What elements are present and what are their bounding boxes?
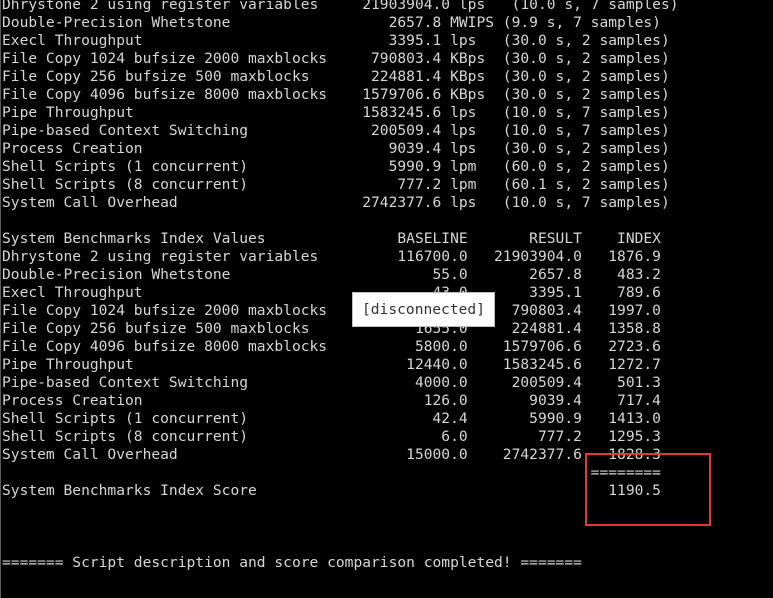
terminal-line: Shell Scripts (8 concurrent) 6.0 777.2 1…	[2, 428, 661, 445]
terminal-line: Pipe-based Context Switching 200509.4 lp…	[2, 122, 670, 139]
completion-message: ======= Script description and score com…	[2, 554, 582, 571]
terminal-line: System Call Overhead 2742377.6 lps (10.0…	[2, 194, 670, 211]
terminal-line: Shell Scripts (8 concurrent) 777.2 lpm (…	[2, 176, 670, 193]
terminal-line: System Call Overhead 15000.0 2742377.6 1…	[2, 446, 661, 463]
terminal-line: Process Creation 126.0 9039.4 717.4	[2, 392, 661, 409]
terminal-line: Pipe Throughput 1583245.6 lps (10.0 s, 7…	[2, 104, 670, 121]
terminal-line: Process Creation 9039.4 lps (30.0 s, 2 s…	[2, 140, 670, 157]
terminal-line: File Copy 4096 bufsize 8000 maxblocks 58…	[2, 338, 661, 355]
terminal-line: Shell Scripts (1 concurrent) 5990.9 lpm …	[2, 158, 670, 175]
terminal-output[interactable]: Dhrystone 2 using register variables 219…	[2, 0, 773, 572]
terminal-line: Double-Precision Whetstone 2657.8 MWIPS …	[2, 14, 661, 31]
terminal-line: Pipe-based Context Switching 4000.0 2005…	[2, 374, 661, 391]
terminal-line: Dhrystone 2 using register variables 219…	[2, 0, 679, 13]
terminal-line: Dhrystone 2 using register variables 116…	[2, 248, 661, 265]
terminal-line: Shell Scripts (1 concurrent) 42.4 5990.9…	[2, 410, 661, 427]
terminal-line: File Copy 256 bufsize 500 maxblocks 2248…	[2, 68, 670, 85]
disconnected-overlay: [disconnected]	[352, 292, 495, 327]
index-values-header: System Benchmarks Index Values BASELINE …	[2, 230, 661, 247]
index-score-line: System Benchmarks Index Score 1190.5	[2, 482, 661, 499]
window-left-border	[0, 0, 1, 598]
terminal-line: Pipe Throughput 12440.0 1583245.6 1272.7	[2, 356, 661, 373]
score-separator: ========	[2, 464, 661, 481]
terminal-line: Execl Throughput 3395.1 lps (30.0 s, 2 s…	[2, 32, 670, 49]
terminal-line: Double-Precision Whetstone 55.0 2657.8 4…	[2, 266, 661, 283]
terminal-line: File Copy 4096 bufsize 8000 maxblocks 15…	[2, 86, 670, 103]
terminal-line: File Copy 1024 bufsize 2000 maxblocks 79…	[2, 50, 670, 67]
